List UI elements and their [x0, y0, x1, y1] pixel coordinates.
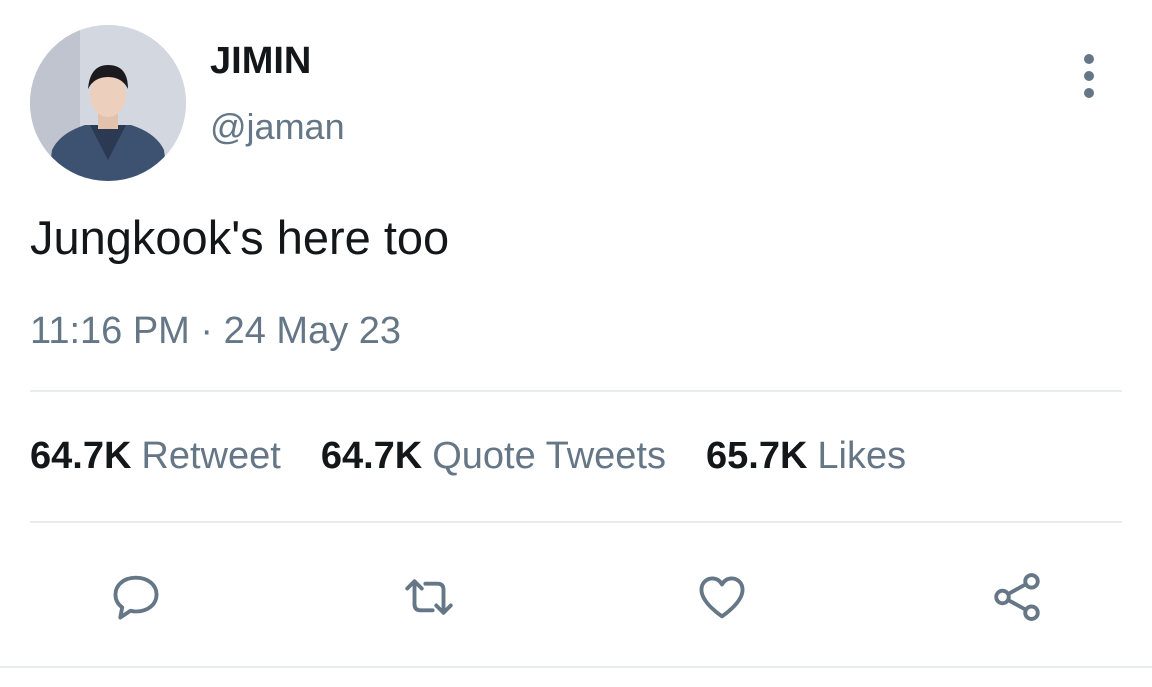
more-options-icon[interactable]	[1070, 54, 1108, 98]
share-button[interactable]	[985, 565, 1049, 629]
retweet-icon	[405, 579, 453, 615]
display-name[interactable]: JIMIN	[210, 40, 311, 83]
dot	[1084, 71, 1094, 81]
dot	[1084, 88, 1094, 98]
quote-tweets-stat[interactable]: 64.7K Quote Tweets	[321, 435, 666, 478]
quote-tweets-label: Quote Tweets	[432, 435, 666, 477]
avatar-photo	[30, 25, 186, 181]
retweet-button[interactable]	[397, 565, 461, 629]
tweet-text: Jungkook's here too	[30, 211, 450, 264]
likes-count: 65.7K	[706, 435, 808, 477]
dot	[1084, 54, 1094, 64]
divider	[30, 390, 1122, 392]
retweet-stat[interactable]: 64.7K Retweet	[30, 435, 281, 478]
retweet-label: Retweet	[141, 435, 281, 477]
quote-tweets-count: 64.7K	[320, 435, 423, 477]
retweet-count: 64.7K	[30, 435, 132, 477]
likes-stat[interactable]: 65.7K Likes	[706, 435, 906, 478]
tweet-stats: 64.7K Retweet 64.7K Quote Tweets 65.7K Like…	[30, 435, 946, 478]
likes-label: Likes	[817, 435, 907, 477]
tweet-timestamp[interactable]: 11:16 PM · 24 May 23	[30, 310, 401, 353]
reply-button[interactable]	[104, 565, 168, 629]
heart-icon	[699, 576, 745, 619]
divider	[0, 666, 1152, 668]
user-handle[interactable]: @jaman	[210, 106, 345, 148]
avatar[interactable]	[30, 25, 186, 181]
share-icon	[994, 573, 1040, 621]
divider	[30, 521, 1122, 523]
like-button[interactable]	[690, 565, 754, 629]
reply-icon	[113, 575, 159, 620]
